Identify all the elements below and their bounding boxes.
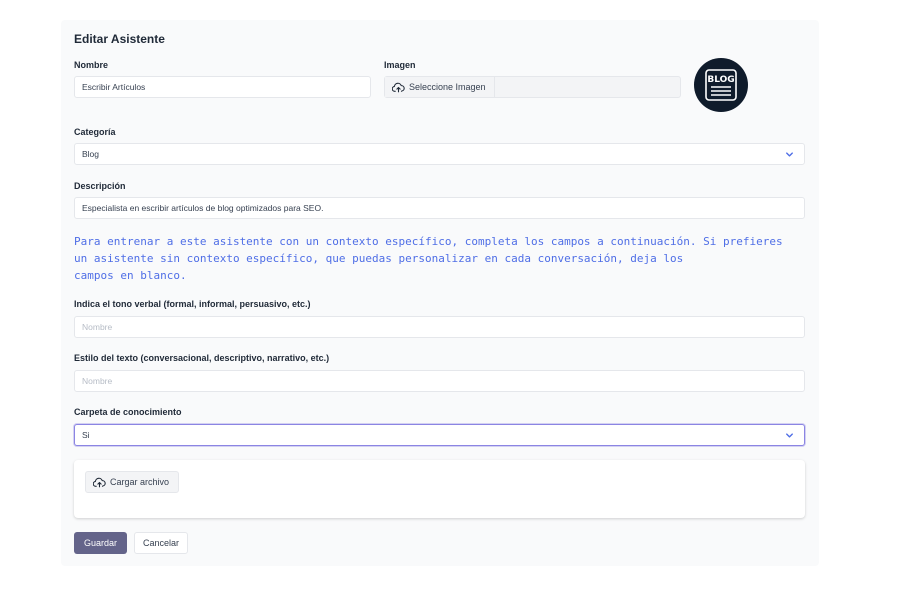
carpeta-select[interactable]: Si [74, 424, 805, 446]
upload-file-label: Cargar archivo [110, 477, 170, 487]
cloud-upload-icon [392, 82, 405, 92]
imagen-label: Imagen [384, 60, 416, 70]
categoria-select[interactable]: Blog [74, 143, 805, 165]
info-line: Para entrenar a este asistente con un co… [74, 235, 783, 248]
blog-logo-icon: BLOG [705, 69, 737, 101]
tono-label: Indica el tono verbal (formal, informal,… [74, 299, 311, 309]
info-line: campos en blanco. [74, 269, 187, 282]
context-info-text: Para entrenar a este asistente con un co… [74, 233, 810, 284]
cloud-upload-icon [93, 477, 106, 487]
select-image-label: Seleccione Imagen [409, 82, 486, 92]
nombre-label: Nombre [74, 60, 109, 70]
select-image-button[interactable]: Seleccione Imagen [385, 77, 495, 97]
upload-panel: Cargar archivo [74, 460, 805, 518]
tono-input[interactable]: Nombre [74, 316, 805, 338]
page-title: Editar Asistente [74, 32, 165, 46]
categoria-value: Blog [82, 149, 100, 159]
info-line: un asistente sin contexto específico, qu… [74, 252, 684, 265]
descripcion-label: Descripción [74, 181, 126, 191]
categoria-label: Categoría [74, 127, 116, 137]
chevron-down-icon [786, 152, 793, 157]
edit-assistant-card: Editar Asistente Nombre Escribir Artícul… [61, 20, 819, 566]
estilo-input[interactable]: Nombre [74, 370, 805, 392]
descripcion-input[interactable]: Especialista en escribir artículos de bl… [74, 197, 805, 219]
save-button[interactable]: Guardar [74, 532, 127, 554]
chevron-down-icon [786, 433, 793, 438]
nombre-input[interactable]: Escribir Artículos [74, 76, 371, 98]
carpeta-value: Si [82, 430, 90, 440]
upload-file-button[interactable]: Cargar archivo [85, 471, 180, 493]
carpeta-label: Carpeta de conocimiento [74, 407, 182, 417]
estilo-label: Estilo del texto (conversacional, descri… [74, 353, 330, 363]
logo-text: BLOG [707, 75, 734, 85]
image-file-input[interactable]: Seleccione Imagen [384, 76, 681, 98]
cancel-button[interactable]: Cancelar [134, 532, 188, 554]
assistant-avatar: BLOG [694, 58, 748, 112]
